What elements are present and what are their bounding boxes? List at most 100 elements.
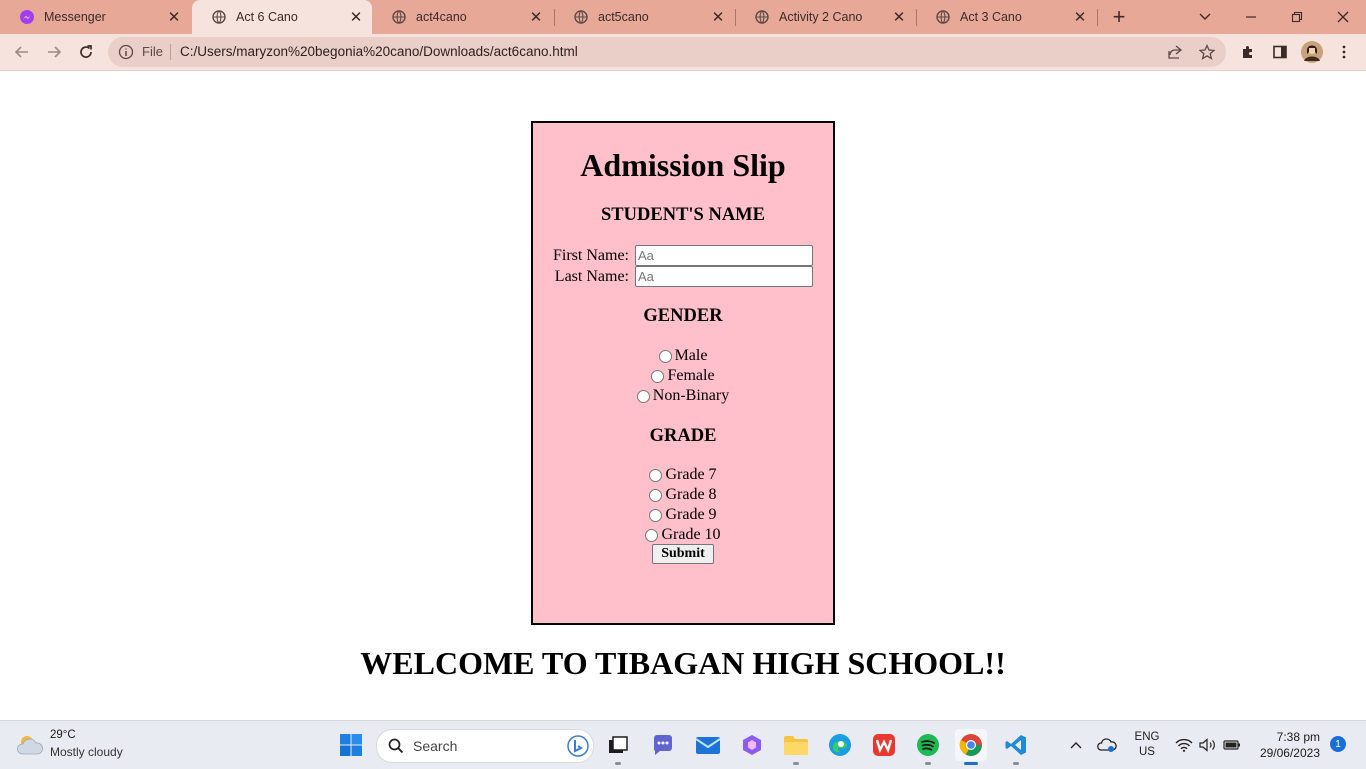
tab-search-button[interactable] [1182,0,1228,34]
globe-icon [392,10,406,24]
taskbar-app-copilot[interactable] [736,729,768,761]
reload-button[interactable] [74,40,98,64]
tab-title: act5cano [598,10,649,24]
teams-chat-icon [653,735,672,755]
battery-tray-icon[interactable] [1222,733,1242,757]
cloud-sync-icon [1097,738,1117,752]
weather-widget[interactable]: 29°C Mostly cloudy [16,729,146,761]
taskbar-app-chat[interactable] [647,729,679,761]
taskbar-app-spotify[interactable] [912,729,944,765]
tab-close-icon[interactable]: ✕ [891,9,907,26]
gender-option-male[interactable]: Male [533,346,833,366]
taskbar-search[interactable]: Search [376,729,594,763]
app-indicator [1013,762,1019,765]
taskbar-app-wps[interactable] [868,729,900,761]
grade-option-label: Grade 8 [665,486,717,503]
windows-start-icon [340,734,362,756]
gender-radio-nonbinary[interactable] [636,389,650,403]
tab-close-icon[interactable]: ✕ [166,9,182,26]
tab-close-icon[interactable]: ✕ [528,9,544,26]
tab-messenger[interactable]: Messenger ✕ [0,0,190,34]
first-name-input[interactable] [635,245,813,266]
side-panel-icon [1273,45,1287,59]
grade-radio-7[interactable] [649,468,663,482]
last-name-input[interactable] [635,266,813,287]
language-indicator[interactable]: ENG US [1132,730,1162,760]
tab-act6cano[interactable]: Act 6 Cano ✕ [192,0,372,34]
share-icon[interactable] [1166,43,1184,61]
close-window-button[interactable] [1320,0,1366,34]
show-hidden-icons-button[interactable] [1066,733,1086,757]
new-tab-button[interactable]: + [1097,0,1141,34]
tab-close-icon[interactable]: ✕ [348,9,364,26]
tab-act4cano[interactable]: act4cano ✕ [372,0,552,34]
minimize-button[interactable] [1228,0,1274,34]
grade-radio-9[interactable] [649,508,663,522]
start-button[interactable] [335,729,367,761]
windows-taskbar: 29°C Mostly cloudy Search ENG US 7:38 pm… [0,720,1366,769]
plus-icon: + [1112,4,1126,29]
onedrive-tray-icon[interactable] [1096,733,1118,757]
weather-temperature: 29°C [50,729,76,741]
restore-button[interactable] [1274,0,1320,34]
address-bar[interactable]: File C:/Users/maryzon%20begonia%20cano/D… [108,37,1226,67]
form-title: Admission Slip [580,147,786,183]
submit-button[interactable]: Submit [652,544,714,564]
side-panel-button[interactable] [1268,40,1292,64]
clock-time: 7:38 pm [1276,730,1320,744]
admission-slip-form: Admission Slip STUDENT'S NAME First Name… [531,121,835,625]
taskbar-app-folder[interactable] [780,729,812,765]
gender-radio-male[interactable] [658,349,672,363]
vscode-icon [1005,735,1026,755]
taskbar-app-mail[interactable] [692,729,724,761]
language-code: ENG [1134,731,1160,743]
tab-close-icon[interactable]: ✕ [1072,9,1088,26]
app-indicator [793,762,799,765]
first-name-row: First Name: [533,245,833,266]
tab-title: act4cano [416,10,467,24]
notification-badge[interactable]: 1 [1330,736,1346,752]
star-icon[interactable] [1198,43,1216,61]
tab-title: Act 3 Cano [960,10,1022,24]
tab-close-icon[interactable]: ✕ [710,9,726,26]
tab-title: Act 6 Cano [236,10,298,24]
arrow-right-icon [48,46,62,58]
globe-icon [212,10,226,24]
grade-option-7[interactable]: Grade 7 [533,465,833,485]
taskbar-app-task-view[interactable] [602,729,634,765]
students-name-heading: STUDENT'S NAME [601,205,765,225]
volume-tray-icon[interactable] [1198,733,1218,757]
info-icon[interactable] [118,44,134,60]
back-button[interactable] [10,40,34,64]
tab-act5cano[interactable]: act5cano ✕ [554,0,734,34]
grade-radio-10[interactable] [645,528,659,542]
battery-charging-icon [1223,740,1240,750]
clock-date: 29/06/2023 [1259,746,1320,760]
taskbar-app-edge[interactable] [824,729,856,761]
taskbar-app-chrome[interactable] [955,729,987,765]
menu-button[interactable] [1332,40,1356,64]
grade-option-10[interactable]: Grade 10 [533,525,833,545]
extensions-button[interactable] [1236,40,1260,64]
gender-option-female[interactable]: Female [533,366,833,386]
gender-option-label: Male [674,347,708,364]
search-label: Search [413,738,458,754]
url-text[interactable]: C:/Users/maryzon%20begonia%20cano/Downlo… [180,44,578,59]
edge-icon [829,734,851,756]
forward-button[interactable] [42,40,66,64]
gender-option-nonbinary[interactable]: Non-Binary [533,386,833,406]
profile-button[interactable] [1300,40,1324,64]
grade-option-8[interactable]: Grade 8 [533,485,833,505]
mail-icon [695,737,721,754]
wifi-tray-icon[interactable] [1174,733,1194,757]
search-icon [388,738,404,754]
grade-option-9[interactable]: Grade 9 [533,505,833,525]
system-clock[interactable]: 7:38 pm 29/06/2023 [1250,729,1320,761]
tab-act3cano[interactable]: Act 3 Cano ✕ [916,0,1096,34]
taskbar-app-vscode[interactable] [1000,729,1032,765]
chevron-down-icon [1199,13,1211,20]
grade-radio-8[interactable] [649,488,663,502]
gender-radio-female[interactable] [651,369,665,383]
wps-office-icon [873,734,895,756]
tab-activity2cano[interactable]: Activity 2 Cano ✕ [735,0,915,34]
